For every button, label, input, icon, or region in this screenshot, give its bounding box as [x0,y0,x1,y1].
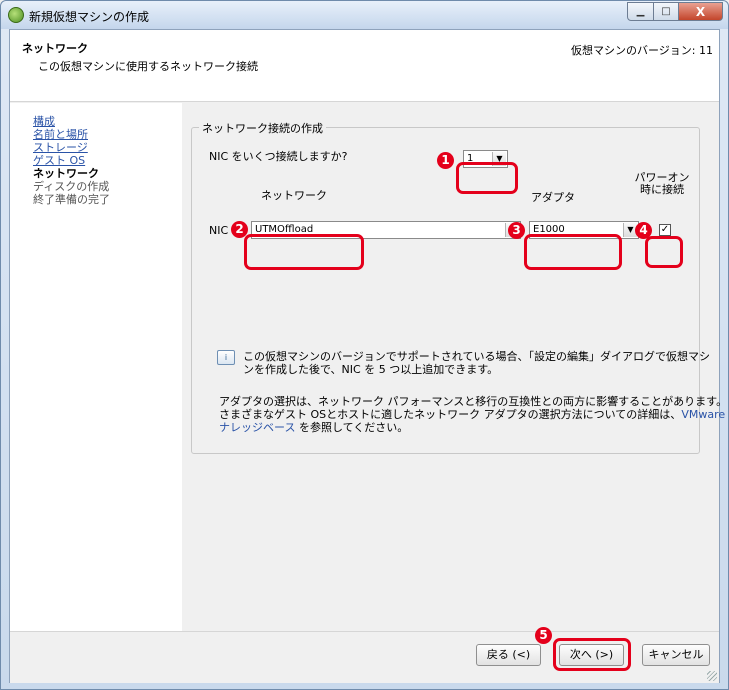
nav-step-name-location[interactable]: 名前と場所 [33,128,88,141]
knowledge-base-link[interactable]: ナレッジベース [219,421,295,434]
maximize-button[interactable]: □ [653,2,679,21]
nav-step-storage[interactable]: ストレージ [33,141,88,154]
callout-box-1 [456,162,518,194]
page-subtitle: この仮想マシンに使用するネットワーク接続 [38,60,258,73]
nav-step-network: ネットワーク [33,167,99,180]
info-line-1: この仮想マシンのバージョンでサポートされている場合、「設定の編集」ダイアログで仮… [243,350,710,363]
note-line-1: アダプタの選択は、ネットワーク パフォーマンスと移行の互換性との両方に影響するこ… [219,395,728,408]
column-header-network: ネットワーク [261,189,327,202]
info-icon: i [217,350,235,365]
wizard-steps-nav: 構成 名前と場所 ストレージ ゲスト OS ネットワーク ディスクの作成 終了準… [10,103,182,631]
cancel-button[interactable]: キャンセル [642,644,710,666]
close-button[interactable]: X [678,2,723,21]
callout-box-5 [553,638,631,671]
wizard-client: ネットワーク この仮想マシンに使用するネットワーク接続 仮想マシンのバージョン:… [9,29,727,683]
window-title: 新規仮想マシンの作成 [29,10,150,24]
nic1-connect-at-power-on-checkbox[interactable]: ✓ [659,224,671,236]
nav-step-ready-complete: 終了準備の完了 [33,193,110,206]
page-title: ネットワーク [22,42,88,55]
note-line-2-text: さまざまなゲスト OSとホストに適したネットワーク アダプタの選択方法についての… [219,408,682,421]
wizard-header: ネットワーク この仮想マシンに使用するネットワーク接続 仮想マシンのバージョン:… [10,30,719,102]
minimize-button[interactable]: ▁ [627,2,654,21]
nav-step-create-disk: ディスクの作成 [33,180,110,193]
resize-grip[interactable] [707,671,717,681]
vmware-link[interactable]: VMware [681,408,725,421]
wizard-footer: 戻る (<) 次へ (>) キャンセル 5 [10,627,719,683]
callout-box-3 [524,234,622,270]
power-on-line2: 時に接続 [640,183,684,196]
nav-step-configuration[interactable]: 構成 [33,115,55,128]
nic-count-question: NIC をいくつ接続しますか? [209,150,348,163]
network-group-title: ネットワーク接続の作成 [199,120,326,136]
close-icon: X [695,4,706,19]
maximize-icon: □ [661,6,671,17]
callout-badge-5: 5 [535,627,552,644]
callout-badge-2: 2 [231,221,248,238]
column-header-power-on: パワーオン 時に接続 [630,172,694,196]
vsphere-app-icon [8,7,24,23]
vm-version-label: 仮想マシンのバージョン: 11 [571,44,713,57]
note-line-2: さまざまなゲスト OSとホストに適したネットワーク アダプタの選択方法についての… [219,408,725,421]
wizard-window: 新規仮想マシンの作成 ▁ □ X ネットワーク この仮想マシンに使用するネットワ… [0,0,729,690]
minimize-icon: ▁ [636,6,645,17]
callout-badge-1: 1 [437,152,454,169]
check-icon: ✓ [660,224,670,235]
column-header-adapter: アダプタ [531,191,575,204]
title-bar[interactable]: 新規仮想マシンの作成 ▁ □ X [1,1,728,29]
callout-badge-3: 3 [508,222,525,239]
callout-box-2 [244,234,364,270]
back-button[interactable]: 戻る (<) [476,644,541,666]
callout-badge-4: 4 [635,222,652,239]
callout-box-4 [645,236,683,268]
nav-step-guest-os[interactable]: ゲスト OS [33,154,85,167]
info-line-2: ンを作成した後で、NIC を 5 つ以上追加できます。 [243,363,499,376]
note-line-3-text: を参照してください。 [295,421,409,434]
network-page: ネットワーク接続の作成 NIC をいくつ接続しますか? 1 ▼ ネットワーク ア… [182,103,727,631]
note-line-3: ナレッジベース を参照してください。 [219,421,408,434]
